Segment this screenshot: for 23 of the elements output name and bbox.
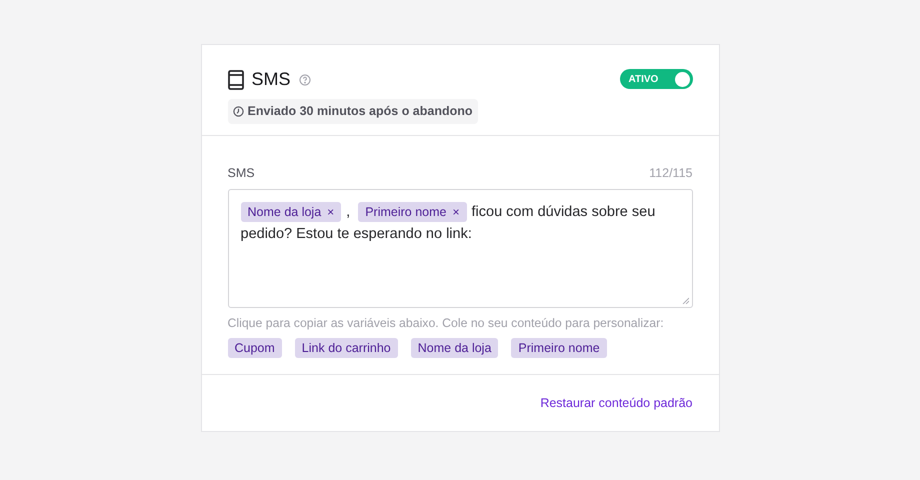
message-text: ,: [346, 202, 350, 222]
variable-chip[interactable]: Link do carrinho: [294, 338, 398, 358]
phone-icon: [228, 70, 244, 90]
resize-handle-icon[interactable]: [682, 296, 688, 304]
toggle-thumb: [674, 72, 690, 86]
variable-chip[interactable]: Nome da loja: [410, 338, 498, 358]
message-text: pedido? Estou te esperando no link:: [240, 224, 472, 244]
message-field[interactable]: Nome da loja × , Primeiro nome × ficou com dúvidas sobre seu pedido? Estou te esperando no link:: [228, 188, 692, 308]
restore-default-link[interactable]: Restaurar conteúdo padrão: [540, 394, 692, 412]
remove-button[interactable]: ×: [452, 202, 460, 222]
message-text: ficou com dúvidas sobre seu: [472, 202, 656, 222]
remove-button[interactable]: ×: [327, 202, 334, 222]
variable-chip[interactable]: Cupom: [228, 338, 282, 358]
variable-chip[interactable]: Primeiro nome: [511, 338, 607, 358]
help-icon[interactable]: [298, 74, 311, 86]
field-label: SMS: [228, 165, 255, 182]
card-title: SMS: [252, 68, 291, 91]
chip-label: Primeiro nome: [365, 204, 446, 221]
timing-text: Enviado 30 minutos após o abandono: [248, 103, 473, 120]
clock-icon: [232, 106, 244, 117]
hint-text: Clique para copiar as variáveis abaixo. Cole no seu conteúdo para personalizar:: [228, 314, 665, 332]
character-counter: 112/115: [649, 165, 692, 182]
chip-label: Nome da loja: [248, 204, 322, 221]
